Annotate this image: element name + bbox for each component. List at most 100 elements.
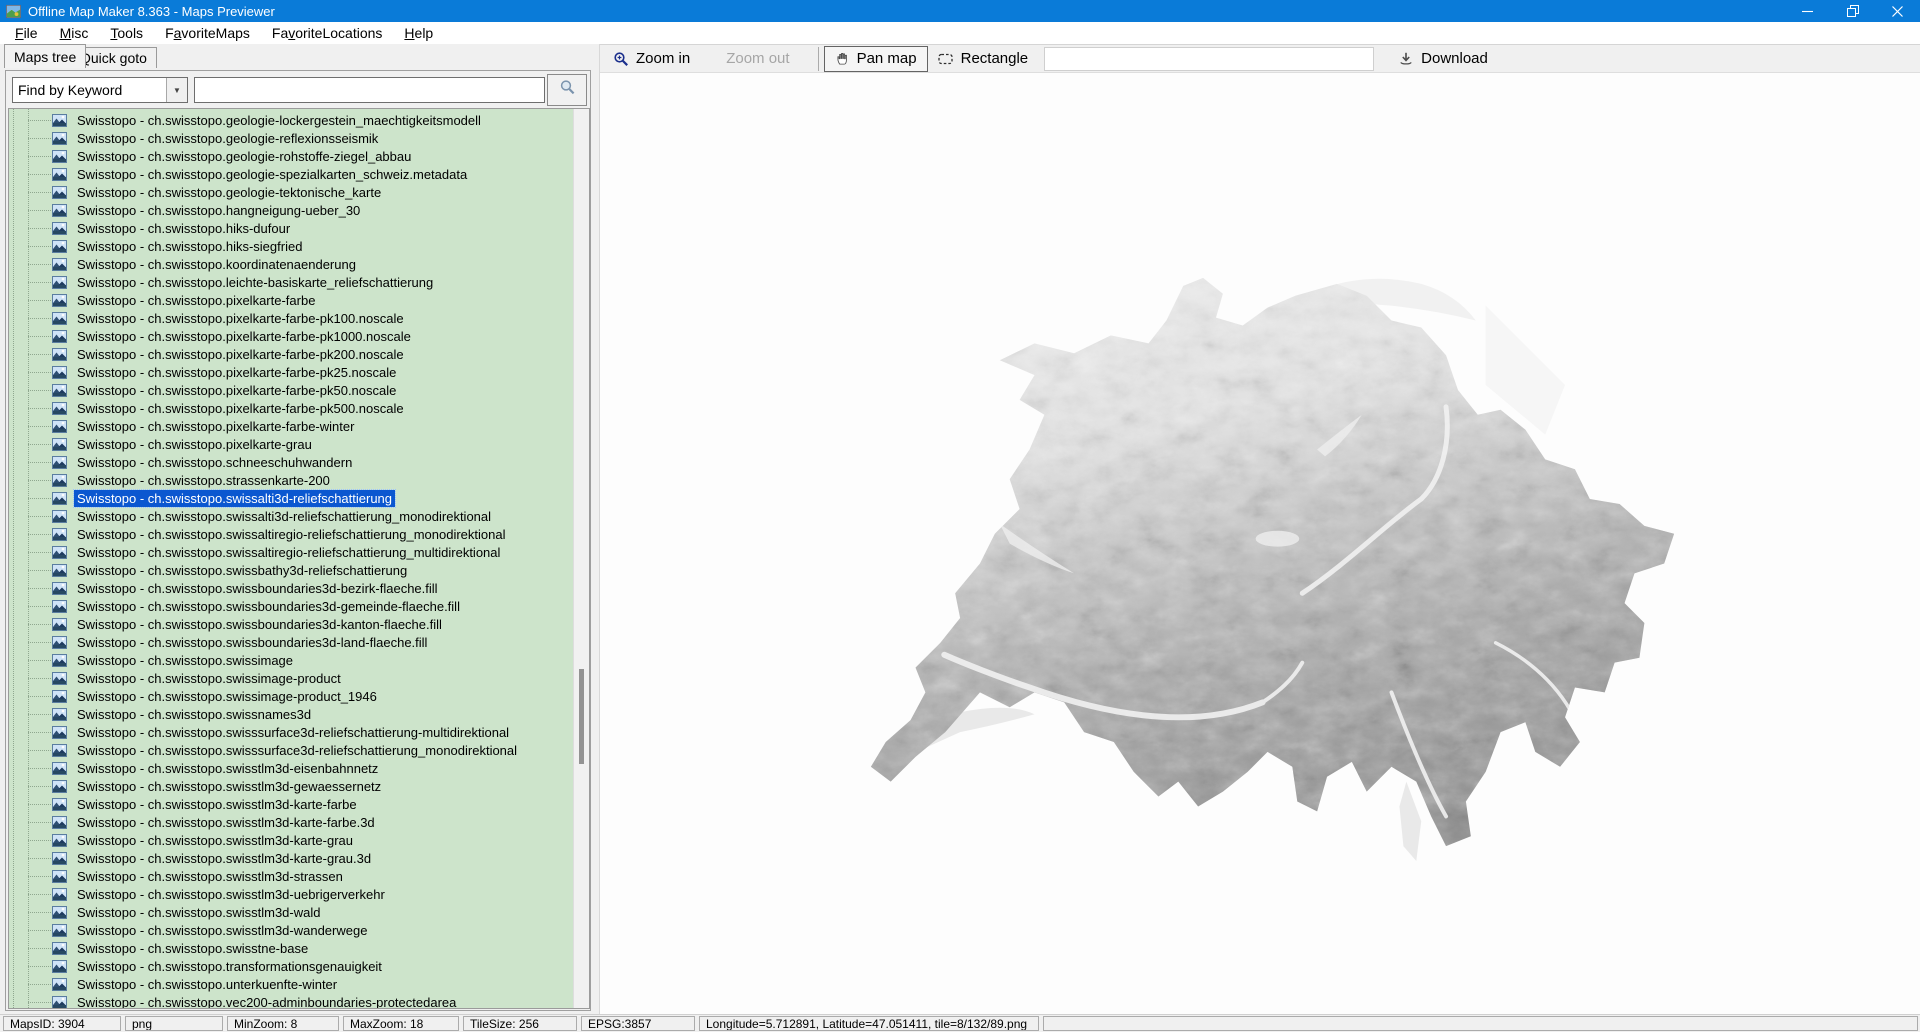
tree-item[interactable]: Swisstopo - ch.swisstopo.pixelkarte-farb…: [9, 381, 573, 399]
tree-item-label: Swisstopo - ch.swisstopo.geologie-rohsto…: [74, 148, 414, 165]
tree-item[interactable]: Swisstopo - ch.swisstopo.swisssurface3d-…: [9, 741, 573, 759]
search-button[interactable]: [547, 74, 587, 106]
rectangle-icon: [937, 51, 954, 67]
download-button[interactable]: Download: [1398, 50, 1488, 67]
map-layer-icon: [52, 312, 67, 325]
tree-item[interactable]: Swisstopo - ch.swisstopo.swissnames3d: [9, 705, 573, 723]
tree-connector: [28, 228, 51, 229]
tree-item[interactable]: Swisstopo - ch.swisstopo.swisstlm3d-kart…: [9, 849, 573, 867]
menu-item[interactable]: FavoriteMaps: [154, 23, 261, 43]
tree-item[interactable]: Swisstopo - ch.swisstopo.strassenkarte-2…: [9, 471, 573, 489]
tree-item[interactable]: Swisstopo - ch.swisstopo.leichte-basiska…: [9, 273, 573, 291]
status-segment: png: [125, 1016, 223, 1031]
tree-item[interactable]: Swisstopo - ch.swisstopo.unterkuenfte-wi…: [9, 975, 573, 993]
tree-item[interactable]: Swisstopo - ch.swisstopo.swisstlm3d-wand…: [9, 921, 573, 939]
tab-strip: Maps tree Quick goto: [0, 44, 599, 68]
status-bar: MapsID: 3904 png MinZoom: 8 MaxZoom: 18 …: [0, 1014, 1920, 1032]
tree-item-label: Swisstopo - ch.swisstopo.leichte-basiska…: [74, 274, 436, 291]
menu-item[interactable]: Misc: [49, 23, 100, 43]
tree-item[interactable]: Swisstopo - ch.swisstopo.swissboundaries…: [9, 597, 573, 615]
tree-item[interactable]: Swisstopo - ch.swisstopo.hangneigung-ueb…: [9, 201, 573, 219]
tree-connector: [28, 246, 51, 247]
menu-item[interactable]: Help: [393, 23, 444, 43]
tree-item[interactable]: Swisstopo - ch.swisstopo.koordinatenaend…: [9, 255, 573, 273]
tree-scrollbar-thumb[interactable]: [579, 669, 584, 764]
tree-item[interactable]: Swisstopo - ch.swisstopo.swisstlm3d-stra…: [9, 867, 573, 885]
tree-item[interactable]: Swisstopo - ch.swisstopo.hiks-dufour: [9, 219, 573, 237]
tree-connector: [28, 1002, 51, 1003]
tree-item[interactable]: Swisstopo - ch.swisstopo.geologie-locker…: [9, 111, 573, 129]
tree-item[interactable]: Swisstopo - ch.swisstopo.geologie-rohsto…: [9, 147, 573, 165]
tree-item[interactable]: Swisstopo - ch.swisstopo.pixelkarte-farb…: [9, 327, 573, 345]
zoom-in-button[interactable]: Zoom in: [613, 50, 690, 67]
tree-item[interactable]: Swisstopo - ch.swisstopo.swisstlm3d-gewa…: [9, 777, 573, 795]
tree-item[interactable]: Swisstopo - ch.swisstopo.geologie-spezia…: [9, 165, 573, 183]
minimize-button[interactable]: [1785, 0, 1830, 22]
tree-item[interactable]: Swisstopo - ch.swisstopo.swisssurface3d-…: [9, 723, 573, 741]
map-layer-icon: [52, 816, 67, 829]
tree-item[interactable]: Swisstopo - ch.swisstopo.swissimage: [9, 651, 573, 669]
tree-item[interactable]: Swisstopo - ch.swisstopo.swisstne-base: [9, 939, 573, 957]
rectangle-button[interactable]: Rectangle: [937, 50, 1029, 67]
search-input[interactable]: [194, 77, 545, 103]
map-layer-icon: [52, 762, 67, 775]
status-segment: MapsID: 3904: [3, 1016, 121, 1031]
tree-item[interactable]: Swisstopo - ch.swisstopo.pixelkarte-farb…: [9, 417, 573, 435]
hand-icon: [835, 51, 850, 66]
tree-item[interactable]: Swisstopo - ch.swisstopo.swisstlm3d-kart…: [9, 795, 573, 813]
tree-item-label: Swisstopo - ch.swisstopo.pixelkarte-farb…: [74, 346, 407, 363]
tree-item[interactable]: Swisstopo - ch.swisstopo.swisstlm3d-kart…: [9, 813, 573, 831]
tree-item[interactable]: Swisstopo - ch.swisstopo.swissboundaries…: [9, 633, 573, 651]
tree-item[interactable]: Swisstopo - ch.swisstopo.hiks-siegfried: [9, 237, 573, 255]
tree-item[interactable]: Swisstopo - ch.swisstopo.pixelkarte-farb…: [9, 345, 573, 363]
tree-item[interactable]: Swisstopo - ch.swisstopo.swissboundaries…: [9, 615, 573, 633]
tree-item[interactable]: Swisstopo - ch.swisstopo.transformations…: [9, 957, 573, 975]
restore-button[interactable]: [1830, 0, 1875, 22]
tree-item[interactable]: Swisstopo - ch.swisstopo.swisstlm3d-uebr…: [9, 885, 573, 903]
tree-connector: [28, 444, 51, 445]
tree-item[interactable]: Swisstopo - ch.swisstopo.swissalti3d-rel…: [9, 489, 573, 507]
map-preview-switzerland[interactable]: [850, 266, 1695, 861]
menu-item[interactable]: File: [4, 23, 49, 43]
tree-item[interactable]: Swisstopo - ch.swisstopo.geologie-tekton…: [9, 183, 573, 201]
map-layer-icon: [52, 744, 67, 757]
menu-item[interactable]: FavoriteLocations: [261, 23, 394, 43]
menu-item[interactable]: Tools: [99, 23, 154, 43]
coordinate-input[interactable]: [1044, 47, 1374, 71]
tree-item-label: Swisstopo - ch.swisstopo.swisstlm3d-stra…: [74, 868, 346, 885]
tree-item[interactable]: Swisstopo - ch.swisstopo.swissboundaries…: [9, 579, 573, 597]
map-layer-icon: [52, 870, 67, 883]
tree-item[interactable]: Swisstopo - ch.swisstopo.swissalti3d-rel…: [9, 507, 573, 525]
tree-item-label: Swisstopo - ch.swisstopo.swissbathy3d-re…: [74, 562, 410, 579]
tree-item[interactable]: Swisstopo - ch.swisstopo.pixelkarte-grau: [9, 435, 573, 453]
tree-item[interactable]: Swisstopo - ch.swisstopo.swissimage-prod…: [9, 669, 573, 687]
map-area[interactable]: [600, 74, 1920, 1014]
tree-item[interactable]: Swisstopo - ch.swisstopo.swissaltiregio-…: [9, 525, 573, 543]
map-layer-icon: [52, 780, 67, 793]
tree-item[interactable]: Swisstopo - ch.swisstopo.swisstlm3d-kart…: [9, 831, 573, 849]
map-layer-icon: [52, 114, 67, 127]
tree-item[interactable]: Swisstopo - ch.swisstopo.geologie-reflex…: [9, 129, 573, 147]
close-button[interactable]: [1875, 0, 1920, 22]
tree-item[interactable]: Swisstopo - ch.swisstopo.pixelkarte-farb…: [9, 309, 573, 327]
tree-item[interactable]: Swisstopo - ch.swisstopo.swisstlm3d-eise…: [9, 759, 573, 777]
tab-maps-tree[interactable]: Maps tree: [4, 44, 86, 68]
tree-item[interactable]: Swisstopo - ch.swisstopo.swissaltiregio-…: [9, 543, 573, 561]
tree-connector: [28, 984, 51, 985]
tree-connector: [28, 948, 51, 949]
tree-item[interactable]: Swisstopo - ch.swisstopo.pixelkarte-farb…: [9, 399, 573, 417]
pan-map-button[interactable]: Pan map: [824, 46, 928, 72]
map-layer-icon: [52, 978, 67, 991]
find-mode-select[interactable]: Find by Keyword ▼: [12, 77, 188, 103]
chevron-down-icon: ▼: [166, 78, 187, 102]
tree-item[interactable]: Swisstopo - ch.swisstopo.pixelkarte-farb…: [9, 291, 573, 309]
tree-item[interactable]: Swisstopo - ch.swisstopo.swisstlm3d-wald: [9, 903, 573, 921]
tree-item[interactable]: Swisstopo - ch.swisstopo.schneeschuhwand…: [9, 453, 573, 471]
tree-item[interactable]: Swisstopo - ch.swisstopo.swissbathy3d-re…: [9, 561, 573, 579]
tree-item-label: Swisstopo - ch.swisstopo.geologie-tekton…: [74, 184, 384, 201]
tree-item[interactable]: Swisstopo - ch.swisstopo.vec200-adminbou…: [9, 993, 573, 1008]
tree-item[interactable]: Swisstopo - ch.swisstopo.swissimage-prod…: [9, 687, 573, 705]
tree-item[interactable]: Swisstopo - ch.swisstopo.pixelkarte-farb…: [9, 363, 573, 381]
tree-scrollbar-track[interactable]: [573, 109, 589, 1008]
tree-connector: [28, 138, 51, 139]
